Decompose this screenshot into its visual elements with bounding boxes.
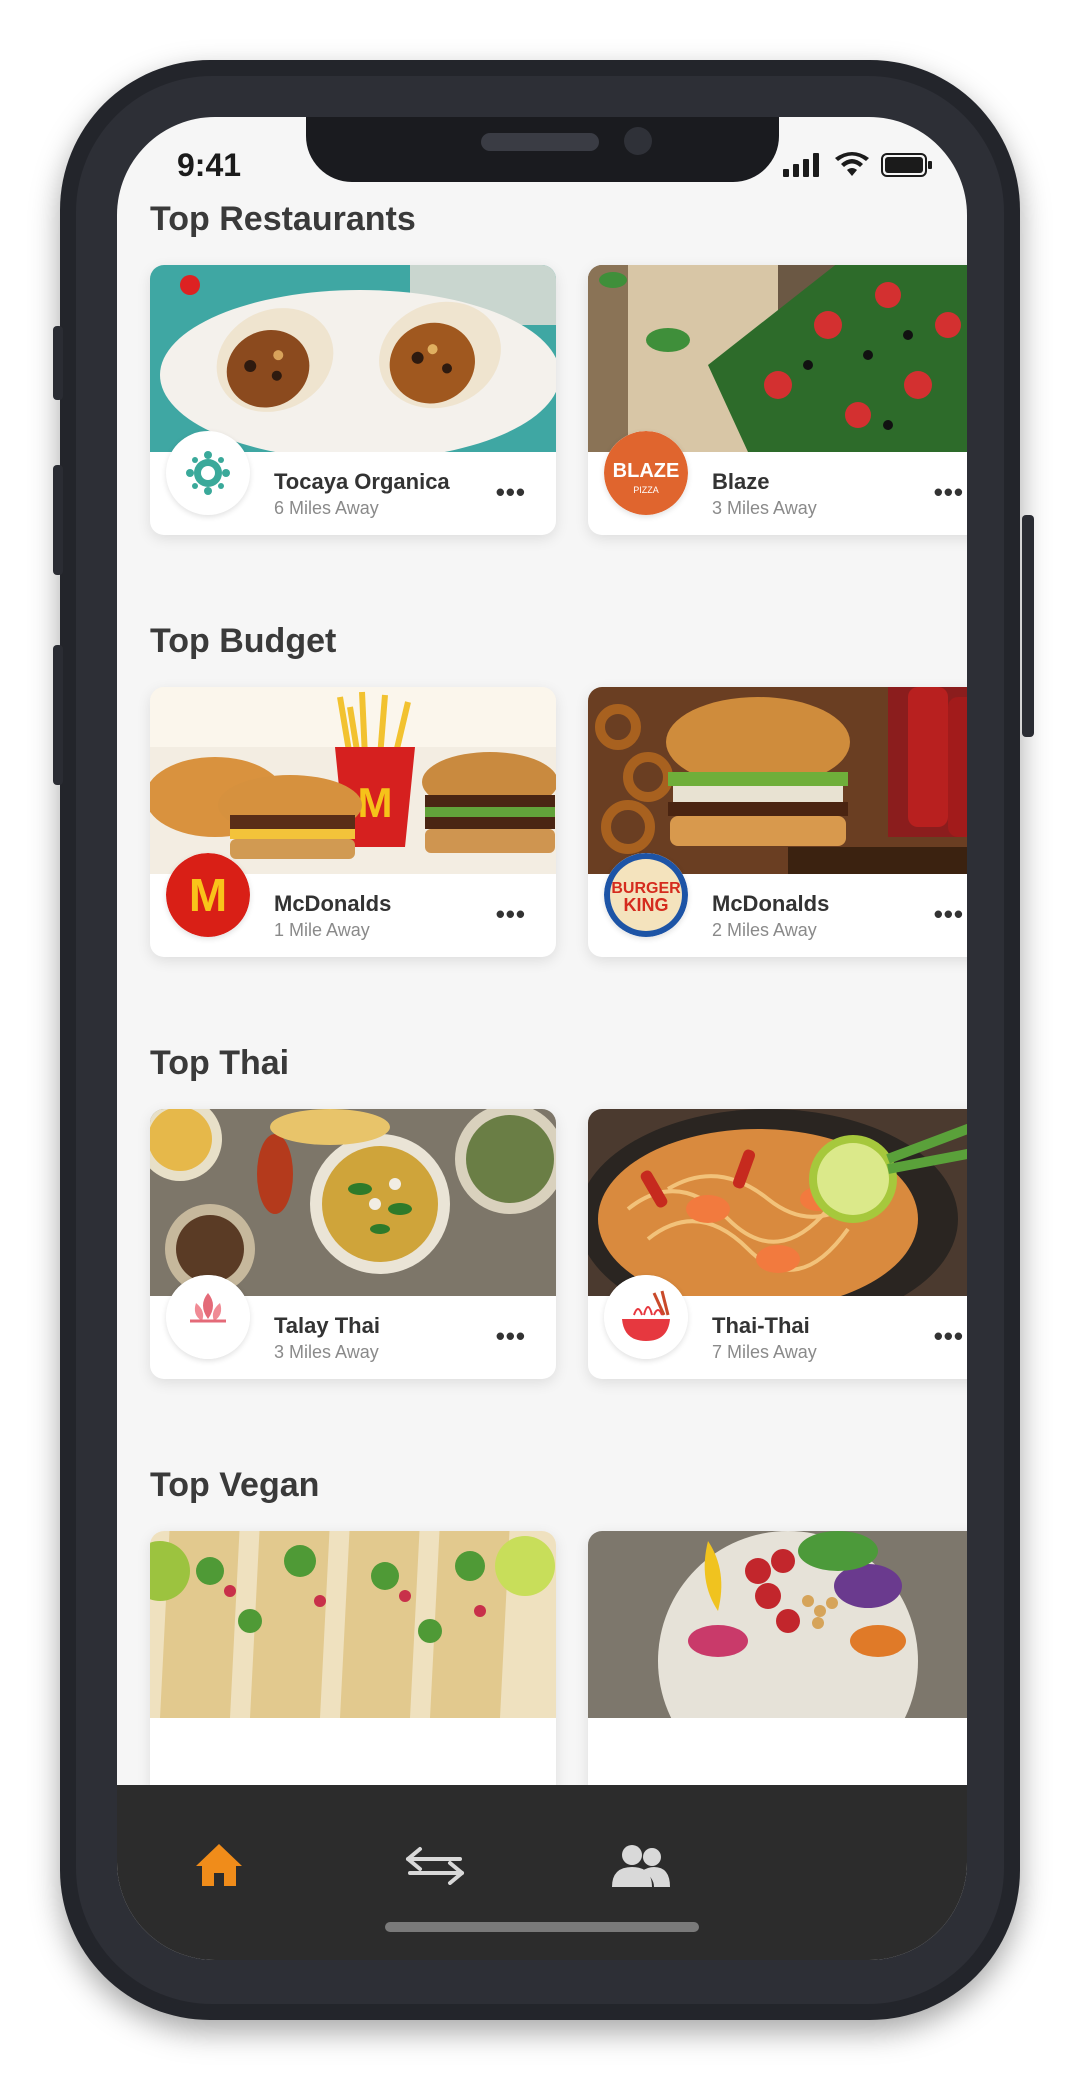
vegan-salad-photo bbox=[588, 1531, 967, 1718]
restaurant-name: McDonalds bbox=[712, 891, 830, 916]
front-camera bbox=[624, 127, 652, 155]
talay-thai-logo bbox=[166, 1275, 250, 1359]
row-top-vegan bbox=[150, 1531, 967, 1801]
row-top-budget: M M McDonalds 1 Mile Away ••• BURGER KIN… bbox=[150, 687, 967, 957]
svg-text:KING: KING bbox=[624, 895, 669, 915]
restaurant-distance: 7 Miles Away bbox=[712, 1342, 817, 1362]
app-screen: 9:41 Top Restaurants Tocaya Organica 6 M… bbox=[117, 117, 967, 1960]
section-title-top-thai: Top Thai bbox=[150, 1044, 290, 1082]
restaurant-distance: 3 Miles Away bbox=[712, 498, 817, 518]
wifi-icon bbox=[835, 151, 869, 183]
pizza-photo bbox=[588, 265, 967, 452]
restaurant-card-burger-king[interactable]: BURGER KING McDonalds 2 Miles Away ••• bbox=[588, 687, 967, 957]
svg-text:PIZZA: PIZZA bbox=[633, 485, 659, 495]
section-title-top-restaurants: Top Restaurants bbox=[150, 200, 416, 238]
restaurant-card-talay-thai[interactable]: Talay Thai 3 Miles Away ••• bbox=[150, 1109, 556, 1379]
burrito-photo bbox=[150, 265, 556, 452]
restaurant-card-thai-thai[interactable]: Thai-Thai 7 Miles Away ••• bbox=[588, 1109, 967, 1379]
more-options-button[interactable]: ••• bbox=[496, 1321, 526, 1352]
battery-icon bbox=[881, 152, 933, 183]
burger-king-photo bbox=[588, 687, 967, 874]
vegan-tacos-photo bbox=[150, 1531, 556, 1718]
row-top-restaurants: Tocaya Organica 6 Miles Away ••• BLAZE P… bbox=[150, 265, 967, 535]
thai-curry-photo bbox=[150, 1109, 556, 1296]
home-indicator[interactable] bbox=[385, 1922, 699, 1932]
blaze-pizza-logo: BLAZE PIZZA bbox=[604, 431, 688, 515]
status-time: 9:41 bbox=[177, 147, 242, 183]
restaurant-name: Thai-Thai bbox=[712, 1313, 810, 1338]
tocaya-organica-logo bbox=[166, 431, 250, 515]
restaurant-name: Talay Thai bbox=[274, 1313, 380, 1338]
swap-icon bbox=[404, 1845, 466, 1890]
restaurant-card-vegan-2[interactable] bbox=[588, 1531, 967, 1801]
more-options-button[interactable]: ••• bbox=[934, 899, 964, 930]
section-title-top-budget: Top Budget bbox=[150, 622, 337, 660]
restaurant-name: Blaze bbox=[712, 469, 770, 494]
burger-fries-photo: M bbox=[150, 687, 556, 874]
tab-people[interactable] bbox=[611, 1837, 671, 1897]
restaurant-card-tocaya[interactable]: Tocaya Organica 6 Miles Away ••• bbox=[150, 265, 556, 535]
tab-swap[interactable] bbox=[405, 1837, 465, 1897]
svg-text:M: M bbox=[358, 779, 393, 826]
more-options-button[interactable]: ••• bbox=[496, 477, 526, 508]
burger-king-logo: BURGER KING bbox=[604, 853, 688, 937]
row-top-thai: Talay Thai 3 Miles Away ••• Thai-Thai 7 … bbox=[150, 1109, 967, 1379]
more-options-button[interactable]: ••• bbox=[934, 477, 964, 508]
restaurant-name: Tocaya Organica bbox=[274, 469, 450, 494]
restaurant-card-vegan-1[interactable] bbox=[150, 1531, 556, 1801]
tab-home[interactable] bbox=[189, 1837, 249, 1897]
restaurant-card-mcdonalds[interactable]: M M McDonalds 1 Mile Away ••• bbox=[150, 687, 556, 957]
restaurant-distance: 3 Miles Away bbox=[274, 1342, 379, 1362]
people-icon bbox=[610, 1843, 672, 1892]
thai-thai-logo bbox=[604, 1275, 688, 1359]
silent-switch bbox=[53, 326, 63, 400]
more-options-button[interactable]: ••• bbox=[496, 899, 526, 930]
volume-down-button bbox=[53, 645, 63, 785]
restaurant-distance: 1 Mile Away bbox=[274, 920, 370, 940]
section-title-top-vegan: Top Vegan bbox=[150, 1466, 320, 1504]
power-button bbox=[1022, 515, 1034, 737]
home-icon bbox=[194, 1842, 244, 1893]
svg-text:BLAZE: BLAZE bbox=[613, 460, 680, 482]
pad-thai-photo bbox=[588, 1109, 967, 1296]
status-icons bbox=[783, 147, 933, 187]
restaurant-distance: 2 Miles Away bbox=[712, 920, 817, 940]
restaurant-name: McDonalds bbox=[274, 891, 392, 916]
notch bbox=[306, 117, 779, 182]
mcdonalds-logo: M bbox=[166, 853, 250, 937]
signal-icon bbox=[783, 152, 823, 182]
svg-text:M: M bbox=[189, 869, 227, 921]
restaurant-distance: 6 Miles Away bbox=[274, 498, 379, 518]
volume-up-button bbox=[53, 465, 63, 575]
bottom-tab-bar bbox=[117, 1785, 967, 1960]
restaurant-card-blaze[interactable]: BLAZE PIZZA Blaze 3 Miles Away ••• bbox=[588, 265, 967, 535]
more-options-button[interactable]: ••• bbox=[934, 1321, 964, 1352]
speaker bbox=[481, 133, 599, 151]
